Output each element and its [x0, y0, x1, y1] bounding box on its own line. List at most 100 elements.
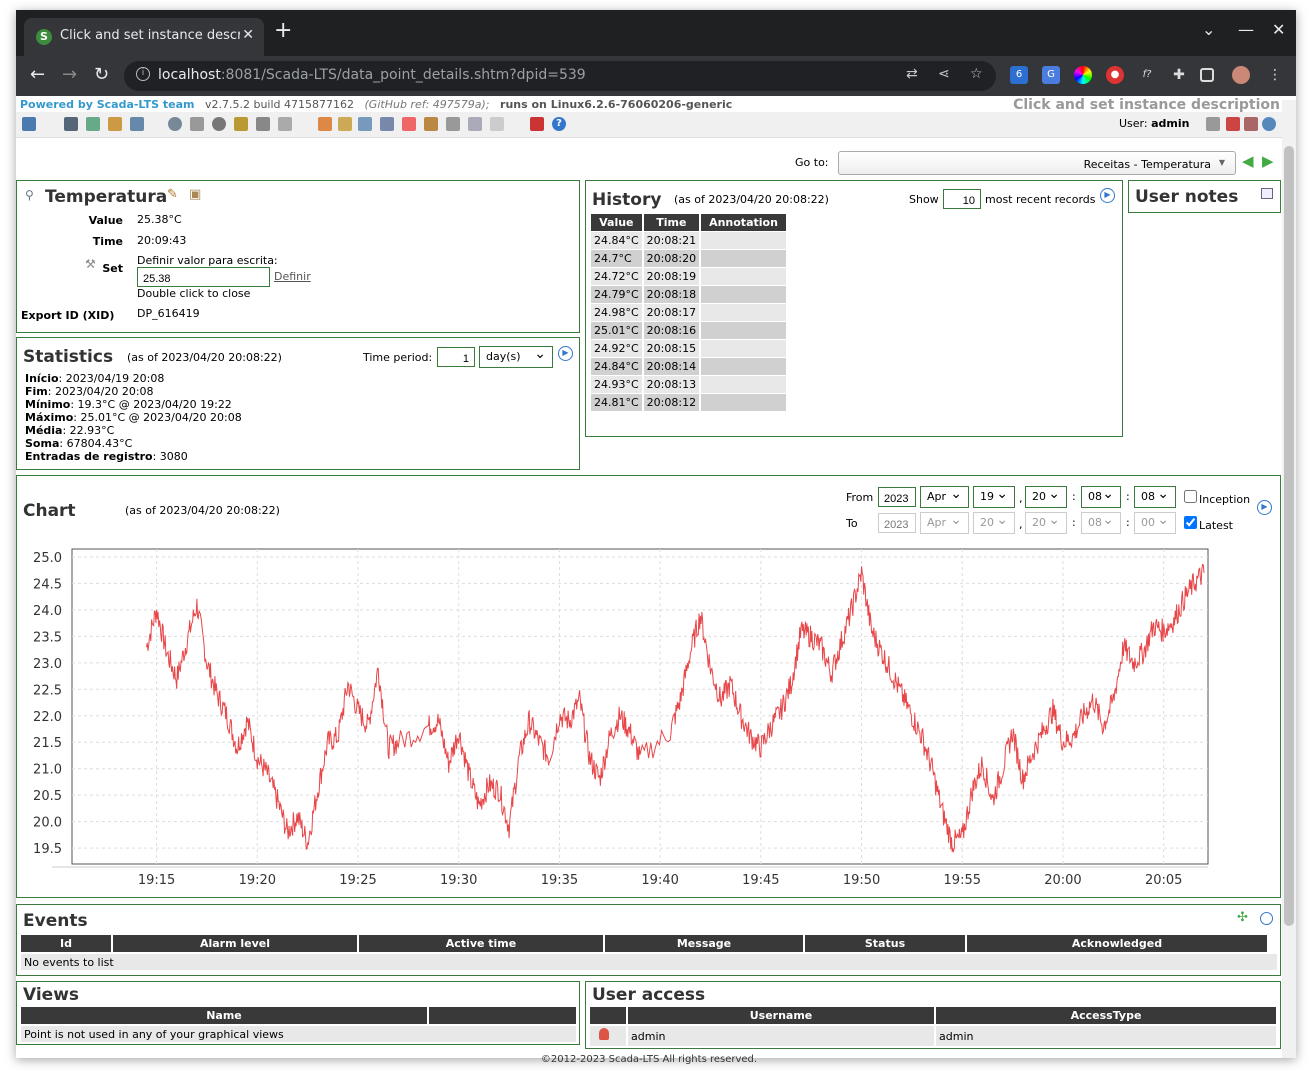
history-table: Value Time Annotation 24.84°C 20:08:21 24.7°C… [589, 213, 788, 412]
instance-description[interactable]: Click and set instance description [1013, 97, 1280, 113]
profile-avatar[interactable] [1232, 66, 1250, 84]
close-tab-icon[interactable]: ✕ [242, 27, 254, 43]
goto-select[interactable]: Receitas - Temperatura [838, 151, 1236, 175]
help-icon[interactable]: ? [552, 117, 566, 131]
address-bar[interactable]: i localhost:8081/Scada-LTS/data_point_de… [124, 61, 996, 91]
extensions-puzzle-icon[interactable]: ✚ [1170, 66, 1188, 84]
minimize-icon[interactable]: — [1238, 20, 1254, 39]
adblock-icon[interactable]: ● [1106, 66, 1124, 84]
menu-kebab-icon[interactable]: ⋮ [1266, 66, 1284, 84]
refresh-history-icon[interactable]: ▶ [1100, 188, 1115, 203]
share-icon[interactable]: ⋖ [938, 66, 950, 82]
events-column-header: Message [605, 935, 803, 952]
logout-icon[interactable] [530, 117, 544, 131]
site-info-icon[interactable]: i [136, 67, 150, 81]
maintenance-icon[interactable] [424, 117, 438, 131]
new-tab-icon[interactable]: + [274, 20, 292, 42]
mailing-lists-icon[interactable] [380, 117, 394, 131]
edit-point-icon[interactable]: ✎ [167, 187, 178, 202]
x-tick-label: 19:40 [641, 873, 678, 888]
publishers-icon[interactable] [402, 117, 416, 131]
user-access-panel: User access Username AccessType admin ad… [585, 981, 1281, 1049]
from-day-select[interactable]: 19 [973, 486, 1015, 508]
powered-by-link[interactable]: Powered by Scada-LTS team [20, 98, 194, 111]
y-tick-label: 21.0 [33, 763, 62, 778]
point-links-icon[interactable] [256, 117, 270, 131]
refresh-statistics-icon[interactable]: ▶ [558, 346, 573, 361]
history-time: 20:08:20 [643, 250, 700, 267]
page-scrollbar[interactable] [1282, 100, 1296, 1058]
scripting-icon[interactable] [278, 117, 292, 131]
mute-icon[interactable] [1206, 117, 1220, 131]
users-icon[interactable] [318, 117, 332, 131]
from-month-select[interactable]: Apr [920, 486, 969, 508]
set-value-input[interactable] [137, 267, 270, 287]
to-year-input[interactable] [878, 513, 916, 533]
reload-icon[interactable]: ↻ [94, 64, 109, 85]
to-minute-select[interactable]: 08 [1081, 512, 1121, 534]
scrollbar-thumb[interactable] [1284, 146, 1294, 926]
to-month-select[interactable]: Apr [920, 512, 969, 534]
bookmark-star-icon[interactable]: ☆ [970, 66, 983, 82]
to-second-select[interactable]: 00 [1134, 512, 1176, 534]
time-period-unit-select[interactable]: day(s) [479, 346, 553, 368]
formula-icon[interactable]: f? [1138, 66, 1156, 84]
system-settings-icon[interactable] [446, 117, 460, 131]
latest-checkbox[interactable] [1184, 516, 1197, 529]
url-text[interactable]: localhost:8081/Scada-LTS/data_point_deta… [158, 67, 586, 83]
home-icon[interactable] [22, 117, 36, 131]
color-picker-icon[interactable] [1074, 66, 1092, 84]
from-minute-select[interactable]: 08 [1081, 486, 1121, 508]
close-window-icon[interactable]: ✕ [1272, 20, 1285, 39]
history-row: 24.84°C 20:08:14 [591, 358, 786, 375]
point-hierarchy-icon[interactable] [358, 117, 372, 131]
next-point-icon[interactable]: ▶ [1262, 152, 1274, 170]
graphical-views-icon[interactable] [86, 117, 100, 131]
reports-icon[interactable] [130, 117, 144, 131]
back-icon[interactable]: ← [30, 64, 45, 85]
history-value: 24.98°C [591, 304, 642, 321]
event-handlers-icon[interactable] [108, 117, 122, 131]
google-translate-icon[interactable]: G [1042, 66, 1060, 84]
statistic-line: Início: 2023/04/19 20:08 [25, 372, 242, 385]
to-hour-select[interactable]: 20 [1025, 512, 1067, 534]
go-home-icon[interactable] [1226, 117, 1240, 131]
compound-events-icon[interactable] [234, 117, 248, 131]
side-panel-icon[interactable] [1200, 68, 1214, 82]
set-value-button[interactable]: Definir [274, 270, 311, 283]
y-tick-label: 23.5 [33, 630, 62, 645]
browser-tab[interactable]: S Click and set instance descrip ✕ [24, 18, 264, 56]
translate-icon[interactable]: ⇄ [906, 66, 918, 82]
emport-icon[interactable] [468, 117, 482, 131]
time-period-input[interactable] [437, 347, 475, 367]
acknowledge-all-icon[interactable]: ✣ [1237, 910, 1248, 925]
watchlist-icon[interactable] [64, 117, 78, 131]
inception-checkbox[interactable] [1184, 490, 1197, 503]
scheduled-events-icon[interactable] [212, 117, 226, 131]
history-time: 20:08:18 [643, 286, 700, 303]
database-icon[interactable] [190, 117, 204, 131]
record-count-input[interactable] [943, 189, 981, 209]
from-hour-select[interactable]: 20 [1025, 486, 1067, 508]
tab-search-icon[interactable]: ⌄ [1202, 20, 1215, 39]
from-year-input[interactable] [878, 487, 916, 507]
add-note-icon[interactable] [1261, 188, 1273, 199]
silence-icon[interactable] [1260, 912, 1273, 925]
set-home-icon[interactable] [1244, 117, 1258, 131]
chart-asof: (as of 2023/04/20 20:08:22) [125, 504, 280, 517]
events-title: Events [23, 911, 88, 931]
data-sources-icon[interactable] [168, 117, 182, 131]
sql-icon[interactable] [490, 117, 504, 131]
edit-source-icon[interactable]: ▣ [189, 187, 201, 202]
language-icon[interactable] [1262, 117, 1276, 131]
from-second-select[interactable]: 08 [1134, 486, 1176, 508]
user-profiles-icon[interactable] [338, 117, 352, 131]
to-day-select[interactable]: 20 [973, 512, 1015, 534]
previous-point-icon[interactable]: ◀ [1242, 152, 1254, 170]
statistic-value: : 2023/04/20 20:08 [47, 385, 154, 398]
forward-icon[interactable]: → [62, 64, 77, 85]
history-value: 24.7°C [591, 250, 642, 267]
refresh-chart-icon[interactable]: ▶ [1257, 500, 1272, 515]
y-tick-label: 24.5 [33, 577, 62, 592]
extension-badge-icon[interactable]: 6 [1010, 66, 1028, 84]
